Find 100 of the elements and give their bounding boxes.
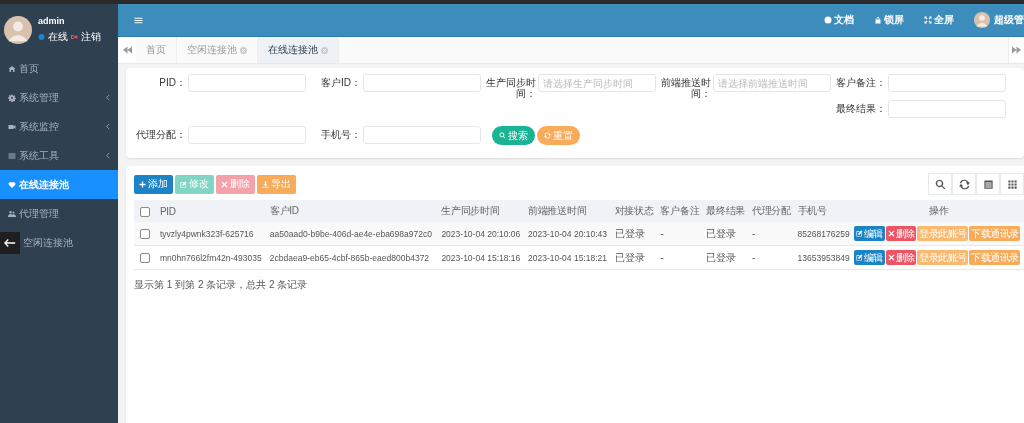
row-checkbox[interactable] <box>140 229 150 240</box>
edit-icon <box>180 180 187 188</box>
sidebar-item[interactable]: 在线连接池 <box>0 170 118 199</box>
close-icon[interactable] <box>240 46 247 54</box>
table-cell: - <box>657 222 704 246</box>
refresh-button[interactable] <box>952 173 976 195</box>
home-icon <box>8 64 16 73</box>
gear-icon <box>8 93 16 102</box>
table-cell: 2023-10-04 15:18:21 <box>525 245 612 270</box>
edit-button[interactable]: 编辑 <box>853 226 885 241</box>
field-label: 代理分配： <box>135 128 187 140</box>
row-checkbox[interactable] <box>140 253 150 264</box>
column-header: 对接状态 <box>611 200 658 222</box>
logout-link[interactable]: 注销 <box>81 30 101 44</box>
delete-button[interactable]: 删除 <box>885 226 917 241</box>
sign-out-icon <box>71 34 78 40</box>
table-cell: 2023-10-04 20:10:06 <box>438 222 526 246</box>
search-icon <box>499 132 506 139</box>
video-camera-icon <box>8 122 16 131</box>
grid-icon <box>1006 178 1018 190</box>
table-cell: mn0hn766l2fm42n-493035 <box>157 245 267 270</box>
input-field[interactable] <box>363 126 481 144</box>
column-header: 最终结果 <box>703 200 749 222</box>
input-field[interactable] <box>363 74 481 92</box>
sidebar-item[interactable]: 代理管理 <box>0 199 118 228</box>
table-button[interactable] <box>976 173 1000 195</box>
double-right-arrow-icon <box>1012 46 1021 54</box>
sidebar-item[interactable]: 系统管理 <box>0 83 118 112</box>
plus-icon <box>139 180 146 188</box>
column-header: 客户ID <box>266 200 439 222</box>
refresh-icon <box>958 178 970 190</box>
user-name: admin <box>38 16 66 26</box>
table-cell: 已登录 <box>703 245 749 270</box>
sidebar-item[interactable]: 系统监控 <box>0 112 118 141</box>
fullscreen-icon <box>924 16 932 24</box>
input-field[interactable] <box>188 126 306 144</box>
page-tab[interactable]: 在线连接池 <box>258 37 339 63</box>
left-arrow-icon <box>4 237 16 248</box>
field-label: 客户ID： <box>320 76 362 88</box>
table-cell: 2023-10-04 15:18:16 <box>438 245 526 270</box>
column-header: PID <box>157 200 267 222</box>
cross-icon <box>221 180 228 188</box>
input-field[interactable] <box>888 100 1006 118</box>
add-button[interactable]: 添加 <box>134 174 173 194</box>
online-status-icon <box>38 34 45 40</box>
sidebar-item[interactable]: 首页 <box>0 54 118 83</box>
menu-icon <box>8 151 16 160</box>
column-header: 代理分配 <box>748 200 795 222</box>
double-left-arrow-icon <box>122 46 132 54</box>
chevron-icon <box>106 123 110 130</box>
tabs-right-button[interactable] <box>1008 37 1024 63</box>
field-label: 最终结果： <box>835 102 887 114</box>
table-cell: tyvzly4pwnk323f-625716 <box>157 222 267 246</box>
header-link[interactable]: 锁屏 <box>874 13 904 27</box>
edit-icon <box>855 230 863 237</box>
table-cell: 13653953849 <box>794 245 854 270</box>
column-header: 前端推送时间 <box>525 200 612 222</box>
header-link[interactable]: 文档 <box>824 13 854 27</box>
field-label: 手机号： <box>320 128 362 140</box>
delete-button[interactable]: 删除 <box>885 250 917 265</box>
search-button[interactable]: 搜索 <box>492 126 535 145</box>
input-field[interactable] <box>888 74 1006 92</box>
grid-button[interactable] <box>1000 173 1024 195</box>
back-arrow-button[interactable] <box>0 231 20 254</box>
tabs-left-button[interactable] <box>118 37 136 63</box>
lock-icon <box>874 16 882 24</box>
edit-button[interactable]: 编辑 <box>853 250 885 265</box>
search-button[interactable] <box>928 173 952 195</box>
table-cell: - <box>748 245 795 270</box>
input-field[interactable] <box>188 74 306 92</box>
export-button[interactable]: 导出 <box>257 174 296 194</box>
reset-button[interactable]: 重置 <box>537 126 580 145</box>
sidebar-item[interactable]: 空闲连接池 <box>0 228 118 257</box>
input-field[interactable]: 请选择前端推送时间 <box>713 74 831 92</box>
field-label: 客户备注： <box>835 76 887 88</box>
search-icon <box>934 178 946 190</box>
column-header: 操作 <box>853 200 1024 222</box>
sidebar-item[interactable]: 系统工具 <box>0 141 118 170</box>
download-button[interactable]: 下载通讯录 <box>969 226 1021 241</box>
download-button[interactable]: 下载通讯录 <box>969 250 1021 265</box>
table-cell: 2023-10-04 20:10:43 <box>525 222 612 246</box>
cross-icon <box>887 230 895 237</box>
select-all-checkbox[interactable] <box>140 206 150 217</box>
header-link[interactable]: 全屏 <box>924 13 954 27</box>
table-cell: - <box>748 222 795 246</box>
table-cell: 已登录 <box>611 245 658 270</box>
status-text: 在线 <box>48 30 68 44</box>
avatar-icon <box>4 16 32 44</box>
table-cell: aa50aad0-b9be-406d-ae4e-eba698a972c0 <box>266 222 439 246</box>
help-icon <box>824 16 832 24</box>
menu-icon[interactable] <box>134 15 143 25</box>
cross-icon <box>887 254 895 261</box>
table-cell: 已登录 <box>703 222 749 246</box>
table-cell: 已登录 <box>611 222 658 246</box>
users-icon <box>8 209 16 218</box>
close-icon[interactable] <box>321 46 328 54</box>
table-cell: - <box>657 245 704 270</box>
input-field[interactable]: 请选择生产同步时间 <box>538 74 656 92</box>
chevron-icon <box>106 152 110 159</box>
user-name[interactable]: 超级管 <box>994 13 1024 27</box>
